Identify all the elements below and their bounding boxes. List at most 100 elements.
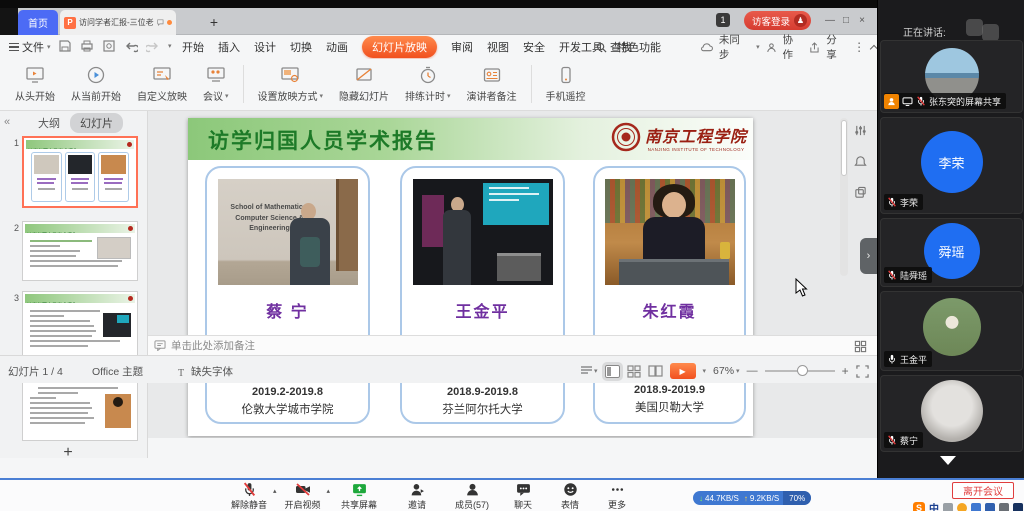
more-button[interactable]: 更多 [600,482,634,511]
emoji-icon [563,482,578,497]
participant-tile[interactable]: 舜瑶 陆舜瑶 [880,218,1023,287]
print-icon[interactable] [80,39,94,53]
tray-mic-icon[interactable] [971,503,981,511]
slide-canvas[interactable]: 访学归国人员学术报告 南京工程学院 NANJING INSTITUTE OF T… [188,118,753,436]
hide-slide-button[interactable]: 隐藏幻灯片 [332,63,396,105]
start-video-button[interactable]: 开启视频 [282,482,324,511]
scroll-down-icon[interactable] [940,456,956,465]
zoom-out-button[interactable]: — [747,365,758,377]
grid-layout-icon[interactable] [854,340,867,353]
collapse-panel-icon[interactable]: « [4,116,10,128]
add-slide-button[interactable]: + [58,444,78,462]
share-button[interactable]: 分享 [826,32,847,62]
rehearse-timing-button[interactable]: 排练计时▾ [398,63,458,105]
menu-animation[interactable]: 动画 [326,39,348,55]
notes-bar[interactable]: 单击此处添加备注 [148,335,877,355]
mic-muted-icon [242,482,257,497]
preview-icon[interactable] [102,39,116,53]
minimize-button[interactable]: — [823,13,837,28]
phone-remote-button[interactable]: 手机遥控 [539,63,593,105]
ime-chinese-icon[interactable]: 中 [929,500,939,511]
zoom-in-button[interactable]: + [842,364,849,378]
tray-emoji-icon[interactable] [957,503,967,511]
from-beginning-button[interactable]: 从头开始 [8,63,62,105]
editor-scrollbar-thumb[interactable] [841,120,847,176]
rehearse-caret-icon: ▾ [447,92,451,100]
redo-icon[interactable] [146,39,160,53]
meeting-button[interactable]: 会议▾ [196,63,236,105]
menu-design[interactable]: 设计 [254,39,276,55]
play-caret-icon[interactable]: ▾ [703,367,707,375]
slide-thumbnail-1[interactable]: 访学归国人员学术报告 [22,136,138,208]
slideshow-play-button[interactable]: ▶ [670,363,696,379]
tab-slides-active[interactable]: 幻灯片 [70,113,123,133]
speaking-label: 正在讲话: [903,24,946,39]
guest-login-button[interactable]: 访客登录 ♟ [744,11,811,30]
properties-sliders-icon[interactable] [854,124,867,137]
file-menu[interactable]: 文件 ▾ [5,35,55,59]
slide-thumbnail-2[interactable]: 访学归国人员学术报告 [22,221,138,281]
menu-security[interactable]: 安全 [523,39,545,55]
assets-shapes-icon[interactable] [854,186,867,199]
invite-button[interactable]: 邀请 [396,482,438,511]
theme-name[interactable]: Office 主题 [92,364,143,379]
leave-meeting-button[interactable]: 离开会议 [952,482,1014,499]
sync-caret-icon[interactable]: ▾ [756,43,760,51]
missing-font-indicator[interactable]: T 缺失字体 [178,364,233,379]
tray-mail-icon[interactable] [985,503,995,511]
slide-editor-area[interactable]: 访学归国人员学术报告 南京工程学院 NANJING INSTITUTE OF T… [148,111,877,438]
participant-tile[interactable]: 李荣 李荣 [880,117,1023,214]
video-options-caret[interactable]: ▴ [327,487,331,495]
chat-button[interactable]: 聊天 [506,482,540,511]
sogou-input-icon[interactable]: S [913,502,925,511]
share-screen-button[interactable]: 共享屏幕 [335,482,383,511]
zoom-slider-knob[interactable] [797,365,808,376]
menu-view[interactable]: 视图 [487,39,509,55]
zoom-slider[interactable] [765,370,835,372]
notes-placeholder[interactable]: 单击此处添加备注 [171,338,255,353]
qat-caret-icon[interactable]: ▾ [168,42,172,50]
members-button[interactable]: 成员(57) [451,482,493,511]
find-button[interactable]: 查找 [596,35,632,59]
notes-view-icon[interactable]: ▾ [580,365,598,377]
emoji-button[interactable]: 表情 [553,482,587,511]
new-tab-button[interactable]: + [205,12,223,32]
participant-tile-sharer[interactable]: 张东突的屏幕共享 [880,40,1023,113]
animation-bell-icon[interactable] [854,155,867,168]
tray-person-icon[interactable] [999,503,1009,511]
menu-insert[interactable]: 插入 [218,39,240,55]
tab-outline[interactable]: 大纲 [38,115,60,131]
menu-review[interactable]: 审阅 [451,39,473,55]
mic-options-caret[interactable]: ▴ [273,487,277,495]
menu-transition[interactable]: 切换 [290,39,312,55]
close-button[interactable]: × [855,13,869,28]
tray-network-icon[interactable] [943,503,953,511]
reading-view-icon[interactable] [648,365,663,377]
undo-icon[interactable] [124,39,138,53]
collaborate-button[interactable]: 协作 [783,32,804,62]
from-current-button[interactable]: 从当前开始 [64,63,128,105]
zoom-level[interactable]: 67%▾ [713,365,740,377]
normal-view-icon[interactable] [605,365,620,378]
menu-slideshow-active[interactable]: 幻灯片放映 [362,36,437,58]
menu-start[interactable]: 开始 [182,39,204,55]
sync-status[interactable]: 未同步 [719,32,750,62]
save-icon[interactable] [58,39,72,53]
fit-screen-icon[interactable] [856,365,869,378]
participant-tile[interactable]: 王金平 [880,291,1023,371]
slide-sorter-icon[interactable] [627,365,641,378]
setup-show-button[interactable]: 设置放映方式▾ [251,63,331,105]
slide-thumbnail-3[interactable]: 访学归国人员学术报告 [22,291,138,361]
tray-app-icon[interactable] [1013,503,1023,511]
unmute-button[interactable]: 解除静音 [228,482,270,511]
more-menu-icon[interactable]: ⋮ [853,40,865,54]
custom-show-button[interactable]: 自定义放映 [130,63,194,105]
tab-count-badge[interactable]: 1 [716,13,730,27]
maximize-button[interactable]: □ [839,13,853,28]
tab-document[interactable]: P 访问学者汇报-三位老师.pptx [60,10,176,35]
expand-sidebar-flap[interactable]: › [860,238,877,274]
tab-home[interactable]: 首页 [18,10,58,35]
svg-text:T: T [178,368,184,377]
speaker-notes-button[interactable]: 演讲者备注 [460,63,524,105]
participant-tile[interactable]: 蔡宁 [880,375,1023,452]
